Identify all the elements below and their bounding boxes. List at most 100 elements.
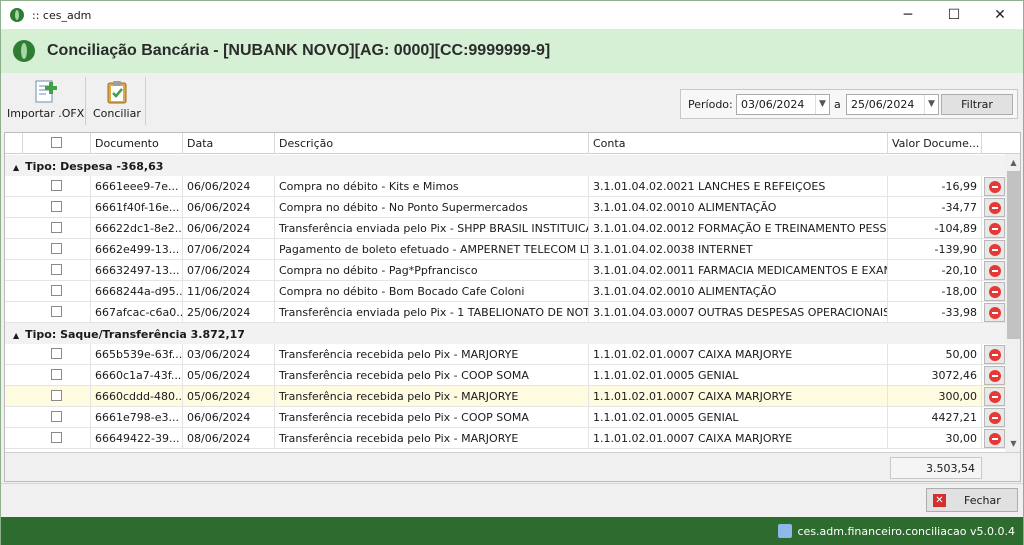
remove-row-button[interactable] [984, 387, 1005, 406]
row-checkbox-cell[interactable] [23, 365, 91, 386]
row-checkbox[interactable] [51, 411, 62, 422]
cell-valor: 4427,21 [888, 407, 982, 428]
row-checkbox[interactable] [51, 264, 62, 275]
remove-row-button[interactable] [984, 408, 1005, 427]
remove-row-button[interactable] [984, 177, 1005, 196]
cell-documento: 6660c1a7-43f... [91, 365, 183, 386]
row-checkbox-cell[interactable] [23, 302, 91, 323]
row-checkbox-cell[interactable] [23, 281, 91, 302]
app-icon [10, 8, 24, 22]
row-checkbox[interactable] [51, 222, 62, 233]
row-checkbox-cell[interactable] [23, 260, 91, 281]
row-checkbox-cell[interactable] [23, 407, 91, 428]
table-row[interactable]: 66649422-39... 08/06/2024 Transferência re… [5, 428, 1005, 449]
row-checkbox-cell[interactable] [23, 218, 91, 239]
scrollbar-thumb[interactable] [1007, 171, 1020, 339]
maximize-button[interactable]: ☐ [931, 1, 977, 29]
remove-icon [988, 390, 1001, 403]
group-row[interactable]: ▲ Tipo: Despesa -368,63 [5, 155, 1005, 176]
import-ofx-button[interactable]: Importar .OFX [7, 79, 84, 120]
scroll-down-icon[interactable]: ▼ [1005, 435, 1020, 452]
select-all-checkbox-cell[interactable] [23, 133, 91, 154]
row-checkbox-cell[interactable] [23, 428, 91, 449]
remove-row-button[interactable] [984, 303, 1005, 322]
col-descricao[interactable]: Descrição [275, 133, 589, 154]
table-row[interactable]: 665b539e-63f... 03/06/2024 Transferência r… [5, 344, 1005, 365]
collapse-icon[interactable]: ▲ [13, 163, 19, 172]
date-from-picker[interactable]: 03/06/2024 ▼ [736, 94, 830, 115]
row-checkbox-cell[interactable] [23, 176, 91, 197]
cell-valor: -33,98 [888, 302, 982, 323]
remove-row-button[interactable] [984, 366, 1005, 385]
row-checkbox[interactable] [51, 432, 62, 443]
table-row[interactable]: 6661e798-e3... 06/06/2024 Transferência re… [5, 407, 1005, 428]
fechar-button[interactable]: ✕ Fechar [926, 488, 1018, 512]
cell-valor: -20,10 [888, 260, 982, 281]
remove-row-button[interactable] [984, 198, 1005, 217]
row-checkbox[interactable] [51, 180, 62, 191]
table-row[interactable]: 6662e499-13... 07/06/2024 Pagamento de bol… [5, 239, 1005, 260]
row-checkbox[interactable] [51, 243, 62, 254]
conciliar-label: Conciliar [93, 107, 141, 120]
remove-icon [988, 243, 1001, 256]
cell-valor: -34,77 [888, 197, 982, 218]
row-checkbox-cell[interactable] [23, 386, 91, 407]
row-checkbox-cell[interactable] [23, 197, 91, 218]
table-row[interactable]: 667afcac-c6a0... 25/06/2024 Transferência … [5, 302, 1005, 323]
row-checkbox[interactable] [51, 201, 62, 212]
row-checkbox[interactable] [51, 285, 62, 296]
table-row[interactable]: 6660cddd-480... 05/06/2024 Transferência r… [5, 386, 1005, 407]
row-checkbox[interactable] [51, 348, 62, 359]
cell-data: 06/06/2024 [183, 197, 275, 218]
table-row[interactable]: 6660c1a7-43f... 05/06/2024 Transferência r… [5, 365, 1005, 386]
cell-descricao: Transferência recebida pelo Pix - COOP S… [275, 365, 589, 386]
collapse-icon[interactable]: ▲ [13, 331, 19, 340]
scroll-up-icon[interactable]: ▲ [1005, 154, 1020, 171]
cell-data: 25/06/2024 [183, 302, 275, 323]
select-all-checkbox[interactable] [51, 137, 62, 148]
row-checkbox-cell[interactable] [23, 239, 91, 260]
date-to-picker[interactable]: 25/06/2024 ▼ [846, 94, 939, 115]
cell-data: 08/06/2024 [183, 428, 275, 449]
cell-conta: 3.1.01.04.02.0038 INTERNET [589, 239, 888, 260]
table-row[interactable]: 6661f40f-16e... 06/06/2024 Compra no débit… [5, 197, 1005, 218]
cell-conta: 1.1.01.02.01.0007 CAIXA MARJORYE [589, 344, 888, 365]
cell-valor: -16,99 [888, 176, 982, 197]
remove-row-button[interactable] [984, 345, 1005, 364]
col-data[interactable]: Data [183, 133, 275, 154]
row-checkbox[interactable] [51, 369, 62, 380]
total-value: 3.503,54 [890, 457, 982, 479]
toolbar-separator [85, 77, 86, 125]
chevron-down-icon[interactable]: ▼ [815, 95, 829, 114]
cell-data: 06/06/2024 [183, 218, 275, 239]
remove-row-button[interactable] [984, 282, 1005, 301]
table-row[interactable]: 66632497-13... 07/06/2024 Compra no débito… [5, 260, 1005, 281]
remove-row-button[interactable] [984, 429, 1005, 448]
row-checkbox-cell[interactable] [23, 344, 91, 365]
row-checkbox[interactable] [51, 390, 62, 401]
col-documento[interactable]: Documento [91, 133, 183, 154]
cell-data: 05/06/2024 [183, 365, 275, 386]
filtrar-button[interactable]: Filtrar [941, 94, 1013, 115]
row-checkbox[interactable] [51, 306, 62, 317]
table-row[interactable]: 6668244a-d95... 11/06/2024 Compra no débit… [5, 281, 1005, 302]
remove-row-button[interactable] [984, 240, 1005, 259]
remove-row-button[interactable] [984, 219, 1005, 238]
conciliar-button[interactable]: Conciliar [93, 79, 141, 120]
cell-documento: 6668244a-d95... [91, 281, 183, 302]
table-row[interactable]: 6661eee9-7e... 06/06/2024 Compra no débito… [5, 176, 1005, 197]
col-valor[interactable]: Valor Docume... [888, 133, 982, 154]
group-row[interactable]: ▲ Tipo: Saque/Transferência 3.872,17 [5, 323, 1005, 344]
chevron-down-icon[interactable]: ▼ [924, 95, 938, 114]
close-window-button[interactable]: ✕ [977, 1, 1023, 29]
vertical-scrollbar[interactable]: ▲ ▼ [1005, 154, 1020, 452]
cell-valor: 30,00 [888, 428, 982, 449]
window-title: :: ces_adm [32, 8, 92, 22]
col-conta[interactable]: Conta [589, 133, 888, 154]
minimize-button[interactable]: ─ [885, 1, 931, 29]
remove-row-button[interactable] [984, 261, 1005, 280]
date-to-value: 25/06/2024 [851, 98, 915, 111]
clipboard-check-icon [107, 81, 127, 104]
remove-icon [988, 264, 1001, 277]
table-row[interactable]: 66622dc1-8e2... 06/06/2024 Transferência e… [5, 218, 1005, 239]
